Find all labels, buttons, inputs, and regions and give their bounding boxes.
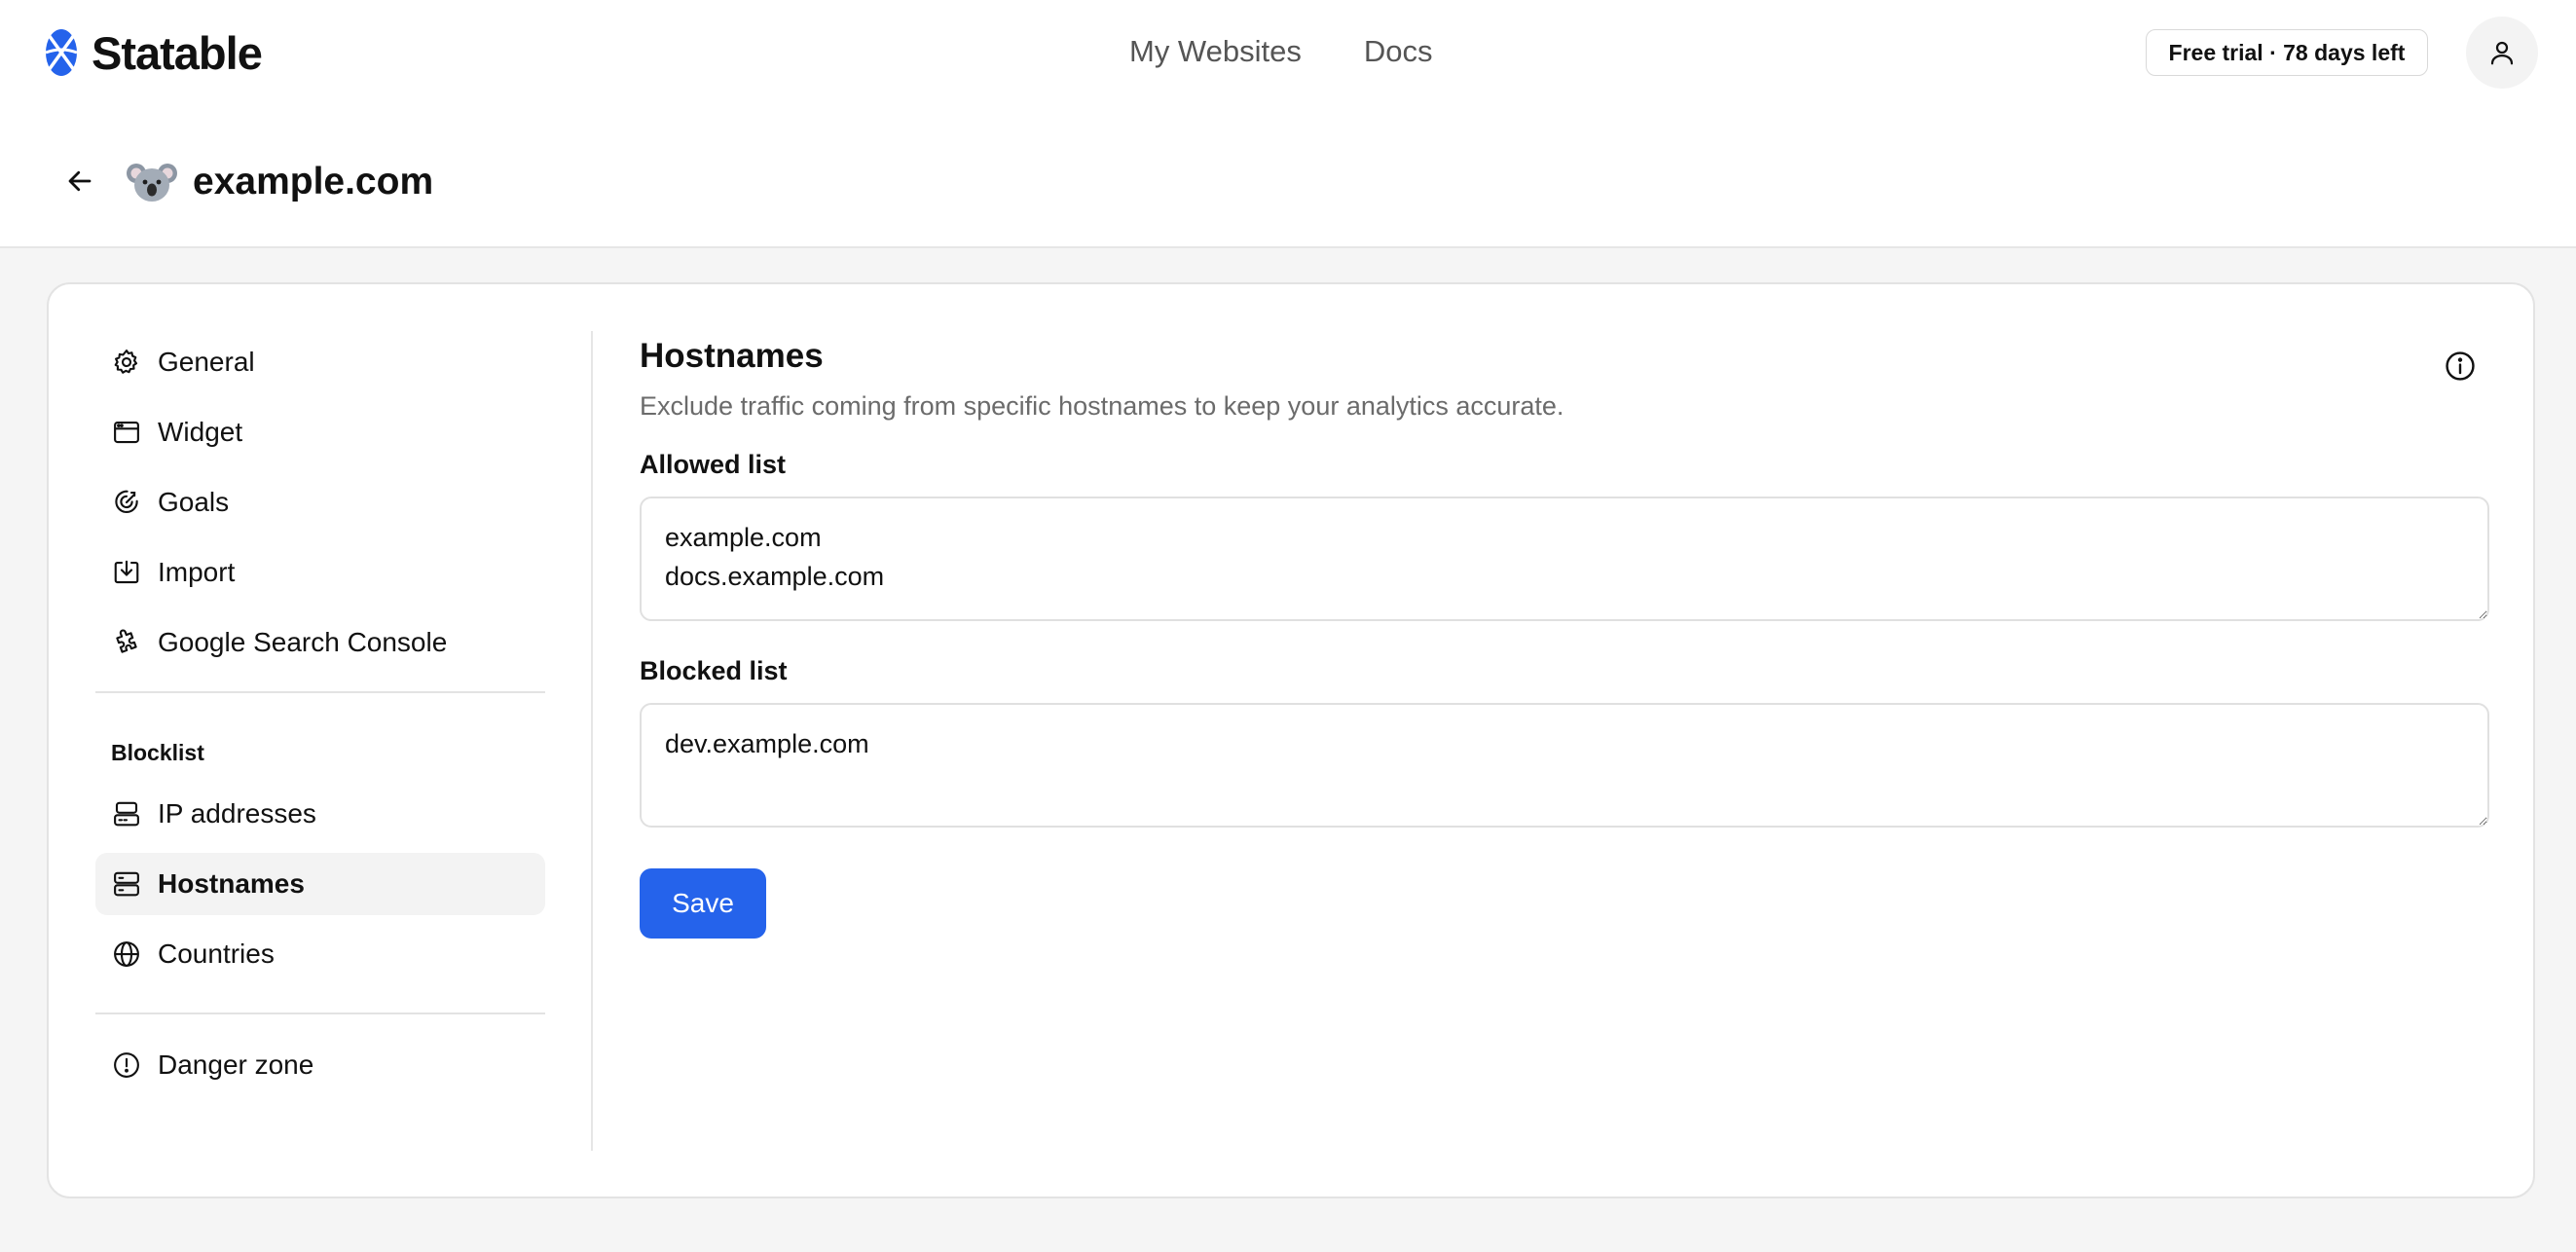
nav-docs[interactable]: Docs [1364,34,1433,69]
settings-card: General Widget Goals Import Google Searc… [47,282,2535,1198]
brand-name: Statable [92,26,263,79]
info-circle-icon [2446,351,2475,381]
sidebar-item-label: Goals [158,487,230,517]
sidebar-item-label: Hostnames [158,868,305,899]
free-trial-badge[interactable]: Free trial · 78 days left [2146,29,2428,76]
site-title: example.com [193,161,434,203]
brand-logo[interactable]: Statable [43,23,263,82]
alert-circle-icon [111,1049,142,1081]
blocked-list-textarea[interactable]: dev.example.com [640,703,2489,828]
top-navigation-bar: Statable My Websites Docs Free trial · 7… [0,0,2576,105]
back-button[interactable] [58,160,101,203]
window-icon [111,417,142,448]
sidebar-item-ip-addresses[interactable]: IP addresses [95,783,545,845]
koala-emoji-icon [127,164,177,202]
user-icon [2490,41,2514,65]
sidebar-item-general[interactable]: General [95,331,545,393]
nav-my-websites[interactable]: My Websites [1129,34,1302,69]
save-button[interactable]: Save [640,868,766,939]
page-header: example.com [0,105,2576,248]
user-menu-button[interactable] [2466,17,2538,89]
sidebar-item-label: Widget [158,417,243,447]
sidebar-item-label: Google Search Console [158,627,448,657]
sidebar-item-label: General [158,347,255,377]
arrow-left-icon [68,170,92,192]
sidebar-divider [95,1013,545,1014]
sidebar-item-hostnames[interactable]: Hostnames [95,853,545,915]
target-icon [111,487,142,518]
statable-logo-icon [45,29,78,76]
main-nav: My Websites Docs [1129,29,1433,74]
sidebar-item-danger-zone[interactable]: Danger zone [95,1034,545,1096]
server-icon [111,868,142,900]
sidebar-item-label: IP addresses [158,798,316,829]
sidebar-item-google-search-console[interactable]: Google Search Console [95,611,545,674]
allowed-list-label: Allowed list [640,450,787,479]
sidebar-item-goals[interactable]: Goals [95,471,545,534]
puzzle-icon [111,627,142,658]
sidebar-item-label: Import [158,557,236,587]
sidebar-group-blocklist: Blocklist [111,740,204,765]
sidebar-item-import[interactable]: Import [95,541,545,604]
hostnames-settings-panel: Hostnames Exclude traffic coming from sp… [640,331,2489,1151]
sidebar-item-label: Countries [158,939,275,969]
gear-icon [111,347,142,378]
sidebar-vertical-divider [591,331,593,1151]
sidebar-item-label: Danger zone [158,1049,314,1080]
sidebar-divider [95,691,545,693]
sidebar-item-widget[interactable]: Widget [95,401,545,463]
section-description: Exclude traffic coming from specific hos… [640,391,1564,421]
blocked-list-label: Blocked list [640,656,788,685]
info-button[interactable] [2441,347,2480,386]
allowed-list-textarea[interactable]: example.com docs.example.com [640,497,2489,621]
section-title: Hostnames [640,337,824,375]
globe-icon [111,939,142,970]
ip-server-icon [111,798,142,829]
import-icon [111,557,142,588]
sidebar-item-countries[interactable]: Countries [95,923,545,985]
